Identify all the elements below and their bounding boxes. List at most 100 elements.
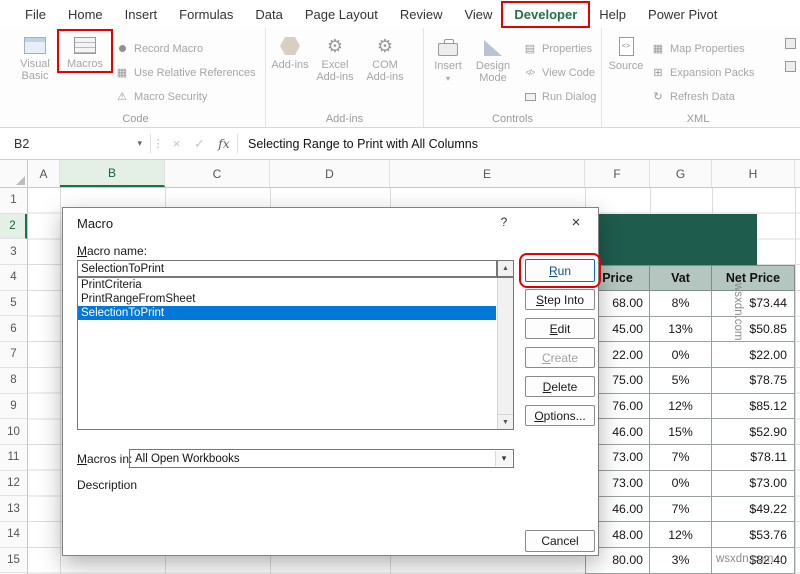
source-button[interactable]: <> Source: [606, 32, 646, 72]
cancel-button[interactable]: Cancel: [525, 530, 595, 552]
net-price-cell[interactable]: $49.22: [712, 496, 795, 523]
net-price-cell[interactable]: $50.85: [712, 316, 795, 343]
net-price-cell[interactable]: $78.11: [712, 445, 795, 471]
macro-name-input[interactable]: [77, 260, 497, 277]
net-price-cell[interactable]: $53.76: [712, 522, 795, 548]
row-header-2[interactable]: 2: [0, 213, 27, 240]
select-all-corner[interactable]: [0, 160, 28, 188]
formula-bar-handle-icon[interactable]: ⋮: [151, 137, 165, 150]
name-box[interactable]: B2 ▾: [0, 128, 150, 159]
tab-help[interactable]: Help: [588, 3, 637, 26]
expansion-packs-button[interactable]: ⊞ Expansion Packs: [651, 66, 754, 80]
header-vat[interactable]: Vat: [650, 265, 712, 291]
refresh-data-button[interactable]: ↻ Refresh Data: [651, 90, 754, 104]
scroll-up-icon[interactable]: ▲: [497, 260, 514, 277]
row-header-8[interactable]: 8: [0, 368, 27, 394]
net-price-cell[interactable]: $85.12: [712, 393, 795, 420]
cancel-entry-icon[interactable]: ×: [165, 136, 188, 151]
insert-function-icon[interactable]: fx: [211, 136, 237, 151]
list-item[interactable]: PrintCriteria: [78, 278, 496, 292]
vat-cell[interactable]: 13%: [650, 316, 712, 343]
vat-cell[interactable]: 5%: [650, 368, 712, 394]
vat-cell[interactable]: 7%: [650, 445, 712, 471]
list-item-selected[interactable]: SelectionToPrint: [78, 306, 496, 320]
row-header-7[interactable]: 7: [0, 342, 27, 368]
row-header-15[interactable]: 15: [0, 548, 27, 574]
delete-button[interactable]: Delete: [525, 376, 595, 397]
vat-cell[interactable]: 7%: [650, 496, 712, 523]
vat-cell[interactable]: 15%: [650, 419, 712, 446]
row-header-6[interactable]: 6: [0, 316, 27, 343]
column-header-d[interactable]: D: [270, 160, 390, 187]
step-into-button[interactable]: Step Into: [525, 289, 595, 310]
scrollbar-track[interactable]: [497, 278, 513, 414]
vat-cell[interactable]: 3%: [650, 547, 712, 574]
formula-text[interactable]: Selecting Range to Print with All Column…: [248, 137, 478, 151]
tab-view[interactable]: View: [453, 3, 503, 26]
vat-cell[interactable]: 0%: [650, 470, 712, 497]
macros-in-dropdown[interactable]: All Open Workbooks ▾: [129, 449, 514, 468]
header-net-price[interactable]: Net Price: [712, 265, 795, 291]
options-button[interactable]: Options...: [525, 405, 595, 426]
run-button[interactable]: Run: [519, 253, 601, 288]
net-price-cell[interactable]: $78.75: [712, 368, 795, 394]
record-macro-button[interactable]: Record Macro: [115, 42, 256, 55]
macros-button[interactable]: Macros: [57, 29, 113, 73]
tab-formulas[interactable]: Formulas: [168, 3, 244, 26]
map-properties-button[interactable]: ▦ Map Properties: [651, 42, 754, 56]
column-header-a[interactable]: A: [28, 160, 60, 187]
import-icon[interactable]: [785, 38, 796, 49]
list-item[interactable]: PrintRangeFromSheet: [78, 292, 496, 306]
help-icon[interactable]: ?: [488, 208, 520, 236]
tab-review[interactable]: Review: [389, 3, 454, 26]
column-header-b[interactable]: B: [60, 160, 165, 187]
column-header-c[interactable]: C: [165, 160, 270, 187]
macro-security-button[interactable]: ⚠ Macro Security: [115, 90, 256, 104]
row-header-13[interactable]: 13: [0, 496, 27, 522]
row-header-11[interactable]: 11: [0, 445, 27, 471]
net-price-cell[interactable]: $22.00: [712, 342, 795, 369]
net-price-cell[interactable]: $73.44: [712, 291, 795, 317]
row-header-4[interactable]: 4: [0, 265, 27, 291]
column-header-e[interactable]: E: [390, 160, 585, 187]
edit-button[interactable]: Edit: [525, 318, 595, 339]
row-header-3[interactable]: 3: [0, 239, 27, 266]
com-addins-button[interactable]: ⚙ COM Add-ins: [360, 32, 410, 83]
properties-button[interactable]: ▤ Properties: [523, 42, 596, 56]
tab-power-pivot[interactable]: Power Pivot: [637, 3, 728, 26]
excel-addins-button[interactable]: ⚙ Excel Add-ins: [310, 32, 360, 83]
run-dialog-button[interactable]: Run Dialog: [523, 90, 596, 103]
tab-insert[interactable]: Insert: [114, 3, 169, 26]
net-price-cell[interactable]: $73.00: [712, 470, 795, 497]
scroll-down-icon[interactable]: ▼: [497, 414, 513, 429]
view-code-button[interactable]: </> View Code: [523, 66, 596, 79]
tab-home[interactable]: Home: [57, 3, 114, 26]
vat-cell[interactable]: 12%: [650, 522, 712, 548]
row-header-14[interactable]: 14: [0, 522, 27, 548]
confirm-entry-icon[interactable]: ✓: [188, 136, 211, 152]
vat-cell[interactable]: 8%: [650, 291, 712, 317]
column-header-g[interactable]: G: [650, 160, 712, 187]
column-header-h[interactable]: H: [712, 160, 795, 187]
insert-controls-button[interactable]: Insert ▾: [428, 32, 468, 83]
tab-data[interactable]: Data: [244, 3, 293, 26]
row-header-1[interactable]: 1: [0, 188, 27, 214]
use-relative-references-button[interactable]: ▦ Use Relative References: [115, 66, 256, 80]
net-price-cell[interactable]: $52.90: [712, 419, 795, 446]
tab-developer[interactable]: Developer: [501, 0, 591, 28]
name-box-dropdown-icon[interactable]: ▾: [137, 138, 142, 149]
close-icon[interactable]: ×: [554, 208, 598, 236]
row-header-5[interactable]: 5: [0, 291, 27, 317]
visual-basic-button[interactable]: Visual Basic: [10, 32, 60, 82]
column-header-f[interactable]: F: [585, 160, 650, 187]
vat-cell[interactable]: 0%: [650, 342, 712, 369]
row-header-10[interactable]: 10: [0, 419, 27, 445]
tab-file[interactable]: File: [14, 3, 57, 26]
tab-page-layout[interactable]: Page Layout: [294, 3, 389, 26]
addins-button[interactable]: Add-ins: [270, 32, 310, 71]
row-header-9[interactable]: 9: [0, 394, 27, 420]
row-header-12[interactable]: 12: [0, 471, 27, 497]
export-icon[interactable]: [785, 61, 796, 72]
dropdown-arrow-icon[interactable]: ▾: [495, 451, 512, 466]
vat-cell[interactable]: 12%: [650, 393, 712, 420]
